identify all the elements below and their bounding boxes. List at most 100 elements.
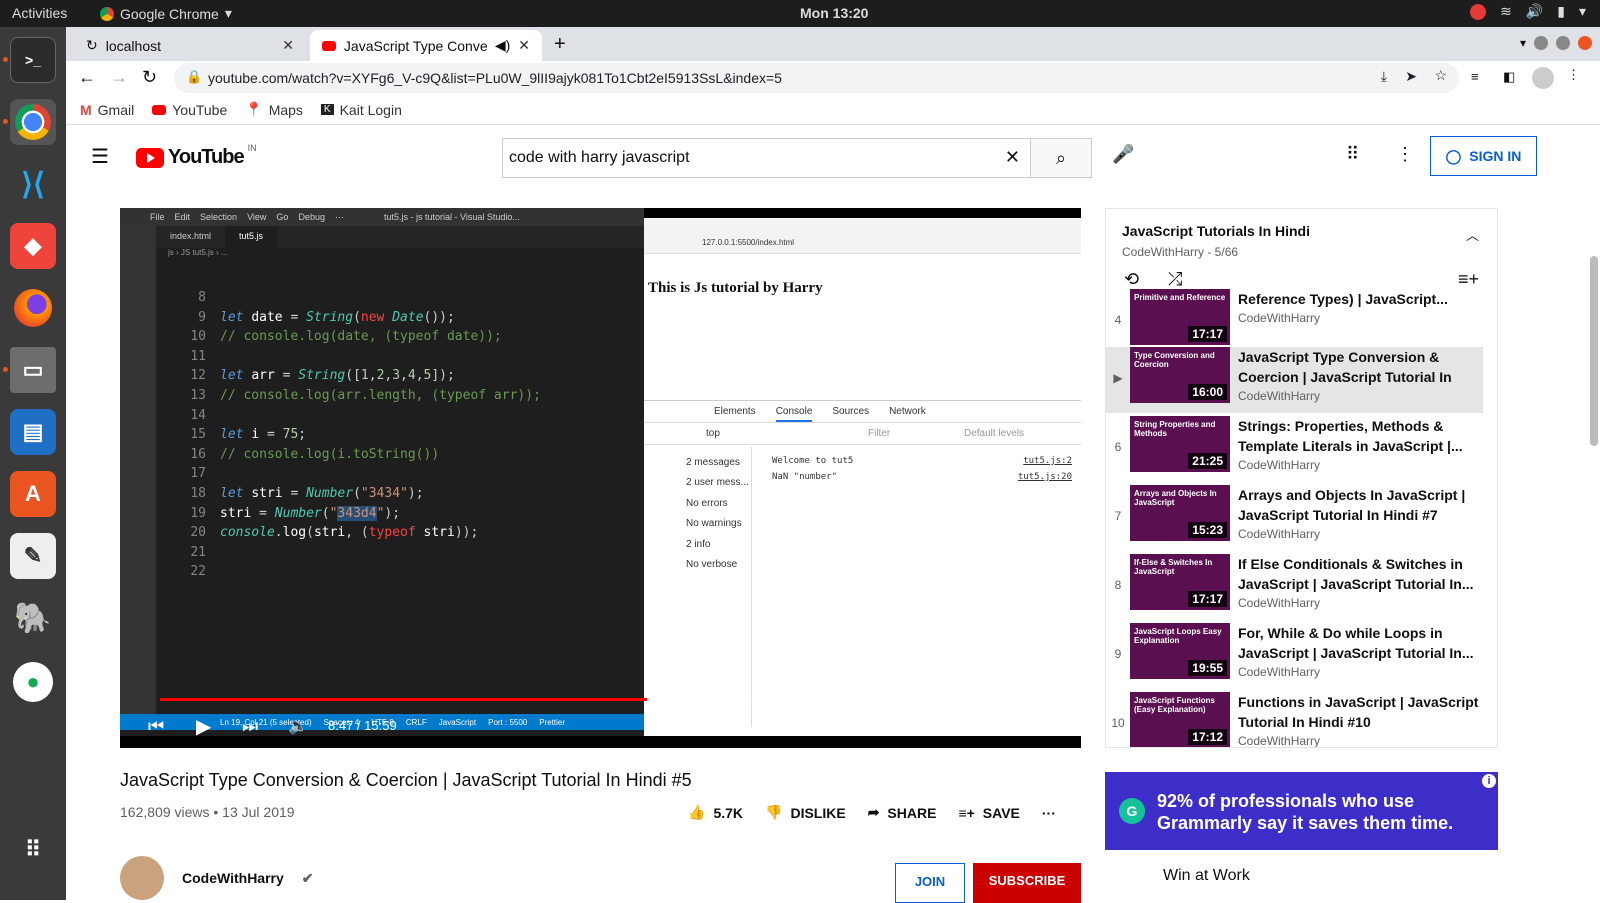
chrome-icon[interactable] bbox=[10, 99, 56, 145]
subscribe-button[interactable]: SUBSCRIBE bbox=[973, 863, 1081, 903]
forward-icon[interactable]: → bbox=[110, 67, 128, 88]
playlist-item[interactable]: 7 Arrays and Objects In JavaScript 15:23 Ar… bbox=[1106, 485, 1483, 551]
loop-icon[interactable]: ⟲ bbox=[1124, 269, 1139, 290]
share-button[interactable]: ➦ SHARE bbox=[868, 804, 937, 821]
close-icon[interactable]: ✕ bbox=[282, 37, 294, 54]
theater-mode-icon[interactable]: ▭ bbox=[986, 716, 1001, 736]
video-thumbnail[interactable]: If-Else & Switches In JavaScript 17:17 bbox=[1130, 554, 1230, 610]
join-button[interactable]: JOIN bbox=[895, 863, 965, 903]
address-bar[interactable]: 🔒 youtube.com/watch?v=XYFg6_V-c9Q&list=P… bbox=[174, 63, 1459, 93]
miniplayer-icon[interactable]: ◲ bbox=[940, 716, 955, 736]
firefox-icon[interactable] bbox=[10, 285, 56, 331]
show-apps-icon[interactable]: ⠿ bbox=[10, 827, 56, 873]
ad-info-icon[interactable]: i bbox=[1482, 774, 1496, 788]
back-icon[interactable]: ← bbox=[78, 67, 96, 88]
like-button[interactable]: 👍 5.7K bbox=[688, 804, 743, 821]
system-tray[interactable]: ≋ 🔊 ▮ ▾ bbox=[1470, 3, 1586, 20]
clear-search-icon[interactable]: ✕ bbox=[1005, 147, 1020, 168]
install-icon[interactable]: ⤓ bbox=[1381, 68, 1387, 85]
devtools-tab-network: Network bbox=[889, 406, 926, 417]
thumbnail-text: Type Conversion and Coercion bbox=[1134, 351, 1215, 369]
profile-icon[interactable] bbox=[1532, 67, 1554, 89]
files-icon[interactable]: ▭ bbox=[10, 347, 56, 393]
bookmark-gmail[interactable]: M Gmail bbox=[80, 102, 134, 118]
wifi-icon: ≋ bbox=[1500, 3, 1512, 19]
mongodb-icon[interactable]: ● bbox=[10, 659, 56, 705]
reading-list-icon[interactable]: ≡ bbox=[1471, 69, 1479, 84]
side-panel-icon[interactable]: ◧ bbox=[1503, 69, 1515, 85]
video-player[interactable]: File Edit Selection View Go Debug ··· tu… bbox=[120, 208, 1081, 748]
speaker-icon[interactable]: ◀) bbox=[495, 37, 510, 54]
tab-search-icon[interactable]: ▾ bbox=[1520, 36, 1526, 50]
play-icon[interactable]: ▶ bbox=[196, 714, 211, 739]
video-progress-bar[interactable] bbox=[160, 698, 1040, 701]
send-icon[interactable]: ➤ bbox=[1405, 68, 1417, 85]
tab-youtube[interactable]: JavaScript Type Conve ◀) ✕ bbox=[310, 30, 542, 61]
channel-name[interactable]: CodeWithHarry bbox=[182, 870, 284, 886]
close-window-button[interactable] bbox=[1578, 36, 1592, 50]
tab-localhost[interactable]: ↻ localhost ✕ bbox=[74, 30, 306, 61]
video-thumbnail[interactable]: Primitive and Reference 17:17 bbox=[1130, 289, 1230, 345]
window-controls[interactable]: ▾ bbox=[1520, 36, 1592, 50]
volume-icon[interactable]: 🔈 bbox=[288, 716, 308, 736]
settings-gear-icon[interactable]: ⚙ bbox=[894, 714, 912, 739]
youtube-logo[interactable]: YouTube IN bbox=[136, 143, 257, 169]
sign-in-button[interactable]: ◯ SIGN IN bbox=[1430, 136, 1537, 176]
anydesk-icon[interactable]: ◆ bbox=[10, 223, 56, 269]
playlist-item-channel: CodeWithHarry bbox=[1238, 596, 1321, 610]
playlist-item[interactable]: 4 Primitive and Reference 17:17 Reference T… bbox=[1106, 289, 1483, 355]
hamburger-menu-icon[interactable]: ☰ bbox=[91, 144, 109, 169]
channel-avatar[interactable] bbox=[120, 856, 164, 900]
search-button[interactable]: ⌕ bbox=[1030, 138, 1092, 178]
save-button[interactable]: ≡+ SAVE bbox=[958, 805, 1019, 821]
bookmark-youtube[interactable]: YouTube bbox=[152, 102, 227, 118]
ad-banner[interactable]: G 92% of professionals who use Grammarly… bbox=[1105, 772, 1498, 850]
app-menu[interactable]: Google Chrome ▾ bbox=[100, 5, 232, 22]
settings-menu-icon[interactable]: ⋮ bbox=[1396, 144, 1414, 165]
bookmark-maps[interactable]: 📍 Maps bbox=[245, 101, 303, 118]
text-editor-icon[interactable]: ✎ bbox=[10, 533, 56, 579]
sidebar-user-messages: 2 user mess... bbox=[686, 477, 749, 489]
captions-icon[interactable]: ▭ bbox=[846, 716, 861, 736]
playlist-item[interactable]: 6 String Properties and Methods 21:25 Strin… bbox=[1106, 416, 1483, 482]
close-icon[interactable]: ✕ bbox=[518, 37, 530, 54]
page-scrollbar[interactable] bbox=[1590, 256, 1598, 446]
playlist-item[interactable]: 8 If-Else & Switches In JavaScript 17:17 If… bbox=[1106, 554, 1483, 620]
console-sidebar: 2 messages 2 user mess... No errors No w… bbox=[644, 447, 752, 727]
apps-grid-icon[interactable]: ⠿ bbox=[1346, 144, 1359, 165]
document-viewer-icon[interactable]: ▤ bbox=[10, 409, 56, 455]
previous-icon[interactable]: ⏮ bbox=[148, 716, 164, 737]
terminal-icon[interactable]: >_ bbox=[10, 37, 56, 83]
postgresql-icon[interactable]: 🐘 bbox=[10, 595, 56, 641]
playlist-item[interactable]: 10 JavaScript Functions (Easy Explanation… bbox=[1106, 692, 1483, 747]
microphone-icon[interactable]: 🎤 bbox=[1112, 144, 1134, 165]
more-actions-icon[interactable]: ··· bbox=[1042, 805, 1056, 821]
video-thumbnail[interactable]: String Properties and Methods 21:25 bbox=[1130, 416, 1230, 472]
vscode-icon[interactable]: ⟩⟨ bbox=[10, 161, 56, 207]
shuffle-icon[interactable]: ⤮ bbox=[1168, 269, 1182, 290]
star-icon[interactable]: ☆ bbox=[1434, 67, 1447, 84]
video-thumbnail[interactable]: JavaScript Functions (Easy Explanation) 1… bbox=[1130, 692, 1230, 747]
playlist-title[interactable]: JavaScript Tutorials In Hindi bbox=[1122, 223, 1481, 239]
collapse-chevron-icon[interactable]: ︿ bbox=[1466, 225, 1479, 244]
maximize-button[interactable] bbox=[1556, 36, 1570, 50]
reload-icon[interactable]: ↻ bbox=[142, 67, 157, 88]
ad-next-item[interactable]: Win at Work bbox=[1105, 861, 1498, 900]
save-playlist-icon[interactable]: ≡+ bbox=[1458, 269, 1479, 290]
software-center-icon[interactable]: A bbox=[10, 471, 56, 517]
bookmark-kait-login[interactable]: K Kait Login bbox=[320, 102, 402, 118]
activities-button[interactable]: Activities bbox=[12, 5, 67, 21]
next-icon[interactable]: ⏭ bbox=[242, 716, 258, 737]
clock[interactable]: Mon 13:20 bbox=[800, 5, 868, 21]
fullscreen-icon[interactable]: ⛶ bbox=[1034, 714, 1047, 735]
playlist-item[interactable]: ▶ Type Conversion and Coercion 16:00 JavaSc… bbox=[1106, 347, 1483, 413]
minimize-button[interactable] bbox=[1534, 36, 1548, 50]
kebab-menu-icon[interactable]: ⋮ bbox=[1567, 67, 1580, 83]
video-thumbnail[interactable]: JavaScript Loops Easy Explanation 19:55 bbox=[1130, 623, 1230, 679]
new-tab-button[interactable]: + bbox=[554, 33, 566, 56]
video-thumbnail[interactable]: Type Conversion and Coercion 16:00 bbox=[1130, 347, 1230, 403]
search-input[interactable]: code with harry javascript ✕ bbox=[502, 138, 1030, 178]
playlist-item[interactable]: 9 JavaScript Loops Easy Explanation 19:55 F… bbox=[1106, 623, 1483, 689]
video-thumbnail[interactable]: Arrays and Objects In JavaScript 15:23 bbox=[1130, 485, 1230, 541]
dislike-button[interactable]: 👎 DISLIKE bbox=[765, 804, 846, 821]
